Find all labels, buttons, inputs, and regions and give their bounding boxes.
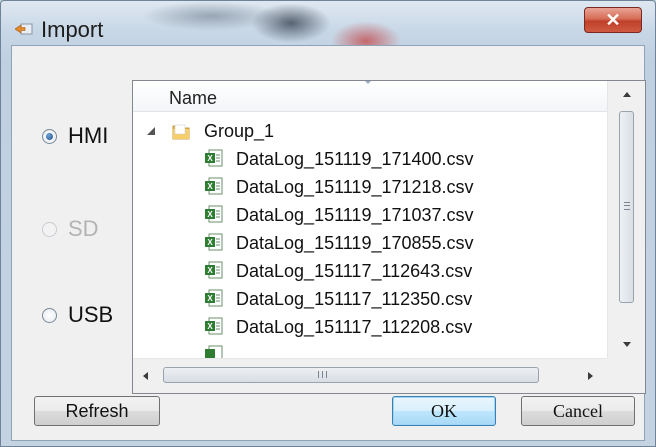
radio-usb-label: USB xyxy=(68,302,114,327)
svg-text:X: X xyxy=(207,322,213,331)
radio-hmi[interactable]: HMI xyxy=(42,123,108,149)
title-bar[interactable]: Import ✕ xyxy=(1,1,655,45)
close-button[interactable]: ✕ xyxy=(584,7,642,33)
scroll-right-icon[interactable] xyxy=(581,367,599,385)
horizontal-scrollbar[interactable] xyxy=(133,358,607,393)
excel-csv-icon xyxy=(205,345,223,358)
horizontal-scroll-thumb[interactable] xyxy=(163,367,539,383)
excel-csv-icon: X xyxy=(205,261,223,279)
file-name: DataLog_151119_171037.csv xyxy=(236,205,474,225)
tree-file-row-partial[interactable] xyxy=(133,341,607,358)
tree-file-row[interactable]: X DataLog_151119_171400.csv xyxy=(133,145,607,173)
folder-icon xyxy=(172,124,190,140)
radio-hmi-label: HMI xyxy=(68,123,109,148)
scroll-down-icon[interactable] xyxy=(608,332,646,358)
radio-selected-dot xyxy=(46,132,53,140)
scroll-up-icon[interactable] xyxy=(608,81,646,107)
file-tree-view[interactable]: Name Group_1 X DataLog_151119_171400.csv… xyxy=(132,80,646,394)
refresh-button[interactable]: Refresh xyxy=(34,396,160,426)
tree-file-row[interactable]: X DataLog_151119_171037.csv xyxy=(133,201,607,229)
svg-text:X: X xyxy=(207,154,213,163)
excel-csv-icon: X xyxy=(205,289,223,307)
excel-csv-icon: X xyxy=(205,205,223,223)
excel-csv-icon: X xyxy=(205,317,223,335)
excel-csv-icon: X xyxy=(205,177,223,195)
tree-file-row[interactable]: X DataLog_151117_112350.csv xyxy=(133,285,607,313)
radio-sd-label: SD xyxy=(68,216,99,241)
column-header-name[interactable]: Name xyxy=(133,81,607,112)
sort-indicator-icon xyxy=(363,81,373,84)
radio-circle[interactable] xyxy=(42,128,57,144)
tree-file-row[interactable]: X DataLog_151117_112208.csv xyxy=(133,313,607,341)
svg-text:X: X xyxy=(207,294,213,303)
import-dialog: Import ✕ HMI SD USB Name Group_1 X DataL… xyxy=(0,0,656,447)
import-icon xyxy=(15,23,33,35)
scrollbar-corner xyxy=(607,358,645,393)
cancel-button[interactable]: Cancel xyxy=(521,396,635,426)
dialog-title: Import xyxy=(41,17,104,42)
ok-button[interactable]: OK xyxy=(392,396,496,426)
tree-file-row[interactable]: X DataLog_151117_112643.csv xyxy=(133,257,607,285)
column-header-label: Name xyxy=(169,88,218,108)
svg-text:X: X xyxy=(207,266,213,275)
vertical-scrollbar[interactable] xyxy=(607,81,645,358)
file-name: DataLog_151117_112350.csv xyxy=(236,289,473,309)
radio-usb[interactable]: USB xyxy=(42,302,113,328)
close-icon: ✕ xyxy=(605,10,621,30)
file-name: DataLog_151117_112208.csv xyxy=(236,317,473,337)
tree-file-row[interactable]: X DataLog_151119_170855.csv xyxy=(133,229,607,257)
svg-text:X: X xyxy=(207,238,213,247)
tree-group-row[interactable]: Group_1 xyxy=(133,117,607,145)
scroll-left-icon[interactable] xyxy=(137,367,155,385)
scroll-grip-icon xyxy=(318,371,327,378)
excel-csv-icon: X xyxy=(205,149,223,167)
file-name: DataLog_151117_112643.csv xyxy=(236,261,473,281)
dialog-body: HMI SD USB Name Group_1 X DataLog_151119… xyxy=(11,45,646,441)
file-name: DataLog_151119_171218.csv xyxy=(236,177,474,197)
excel-csv-icon: X xyxy=(205,233,223,251)
scroll-grip-icon xyxy=(624,202,630,210)
svg-text:X: X xyxy=(207,210,213,219)
svg-text:X: X xyxy=(207,182,213,191)
radio-circle xyxy=(42,221,57,237)
tree-file-row[interactable]: X DataLog_151119_171218.csv xyxy=(133,173,607,201)
expand-collapse-icon[interactable] xyxy=(147,127,155,135)
radio-sd: SD xyxy=(42,216,99,242)
tree-group-label: Group_1 xyxy=(204,121,275,141)
file-name: DataLog_151119_170855.csv xyxy=(236,233,474,253)
radio-circle[interactable] xyxy=(42,307,57,323)
file-name: DataLog_151119_171400.csv xyxy=(236,149,474,169)
